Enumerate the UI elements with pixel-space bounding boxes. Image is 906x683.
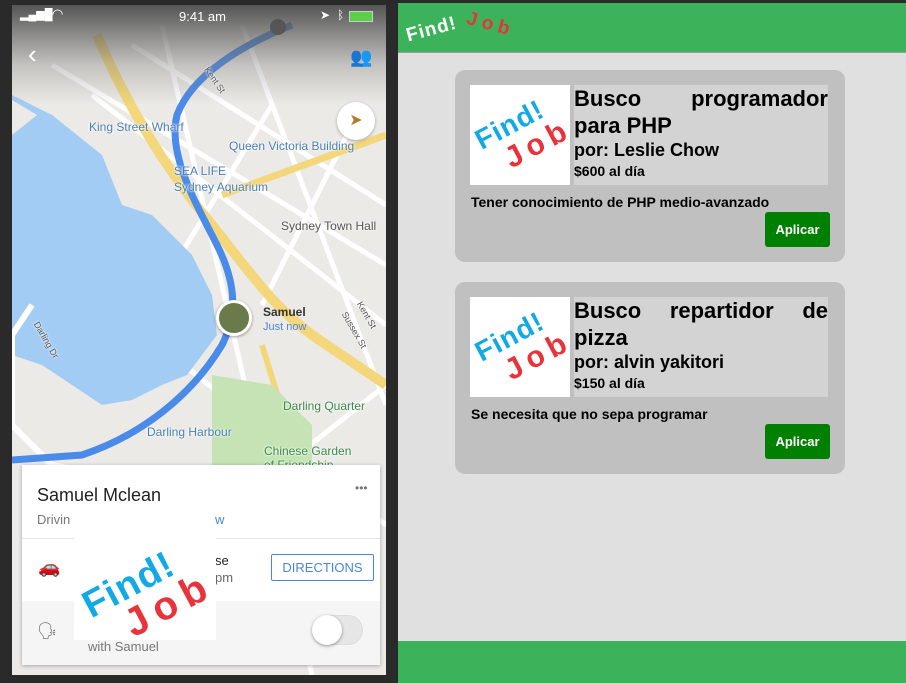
status-bar: ▂▄▆█ ◠ 9:41 am ➤ ᛒ [12,5,386,27]
location-icon: ➤ [320,8,331,22]
voice-share-icon: 🗣 [37,623,58,640]
battery-icon [349,11,373,22]
signal-icon: ▂▄▆█ [20,9,53,21]
job-pay: $600 al día [574,163,645,179]
back-icon[interactable]: ‹ [28,41,37,67]
eta-line-1: se [215,553,229,568]
web-app: Find! Job Find! Job Busco programador pa… [398,3,906,683]
apply-button[interactable]: Aplicar [765,212,830,247]
avatar[interactable] [216,300,252,336]
header: Find! Job [398,3,906,53]
job-logo: Find! Job [470,85,570,185]
job-title: Busco repartidor de pizza [574,298,828,350]
job-description: Tener conocimiento de PHP medio-avanzado [471,194,770,210]
wifi-icon: ◠ [52,6,64,21]
job-author: por: Leslie Chow [574,140,720,160]
directions-button[interactable]: DIRECTIONS [271,554,374,581]
job-description: Se necesita que no sepa programar [471,406,708,422]
map-label[interactable]: Darling Harbour [147,425,232,439]
job-card: Find! Job Busco repartidor de pizza por:… [455,282,845,474]
marker-name: Samuel [263,305,306,319]
header-logo-find[interactable]: Find! [404,13,459,48]
footer [398,641,906,683]
map-label[interactable]: Darling Quarter [283,399,365,413]
phone-screenshot: ▂▄▆█ ◠ 9:41 am ➤ ᛒ ‹ 👥 ➤ King Street Wha… [12,5,386,675]
status-time: 9:41 am [179,9,226,24]
more-icon[interactable]: ••• [355,481,368,495]
job-card: Find! Job Busco programador para PHP por… [455,70,845,262]
job-title: Busco programador para PHP [574,86,828,138]
map-label[interactable]: King Street Wharf [89,120,184,134]
people-icon[interactable]: 👥 [350,47,372,68]
subtitle-right: w [215,512,225,527]
job-header: Busco programador para PHP por: Leslie C… [574,85,828,185]
marker-status: Just now [263,321,307,333]
map-label[interactable]: Sydney Aquarium [174,180,268,194]
job-logo: Find! Job [470,297,570,397]
apply-button[interactable]: Aplicar [765,424,830,459]
job-author: por: alvin yakitori [574,352,725,372]
toggle-knob [312,615,342,645]
car-icon: 🚗 [38,557,61,577]
map-label[interactable]: SEA LIFE [174,164,226,178]
header-logo-job[interactable]: Job [464,8,517,42]
findjob-logo-overlay: Find! Job [74,536,216,640]
map-label[interactable]: Sydney Town Hall [281,219,376,233]
compass-icon[interactable]: ➤ [337,102,375,140]
subtitle-left: Drivin [37,512,71,527]
map-label[interactable]: Queen Victoria Building [229,139,354,153]
contact-name: Samuel Mclean [37,485,162,505]
bluetooth-icon: ᛒ [337,8,345,22]
share-text: with Samuel [88,639,159,654]
map-label[interactable]: Chinese Garden [264,444,351,458]
job-header: Busco repartidor de pizza por: alvin yak… [574,297,828,397]
job-pay: $150 al día [574,375,645,391]
eta-line-2: pm [215,570,234,585]
share-toggle[interactable] [312,615,363,645]
